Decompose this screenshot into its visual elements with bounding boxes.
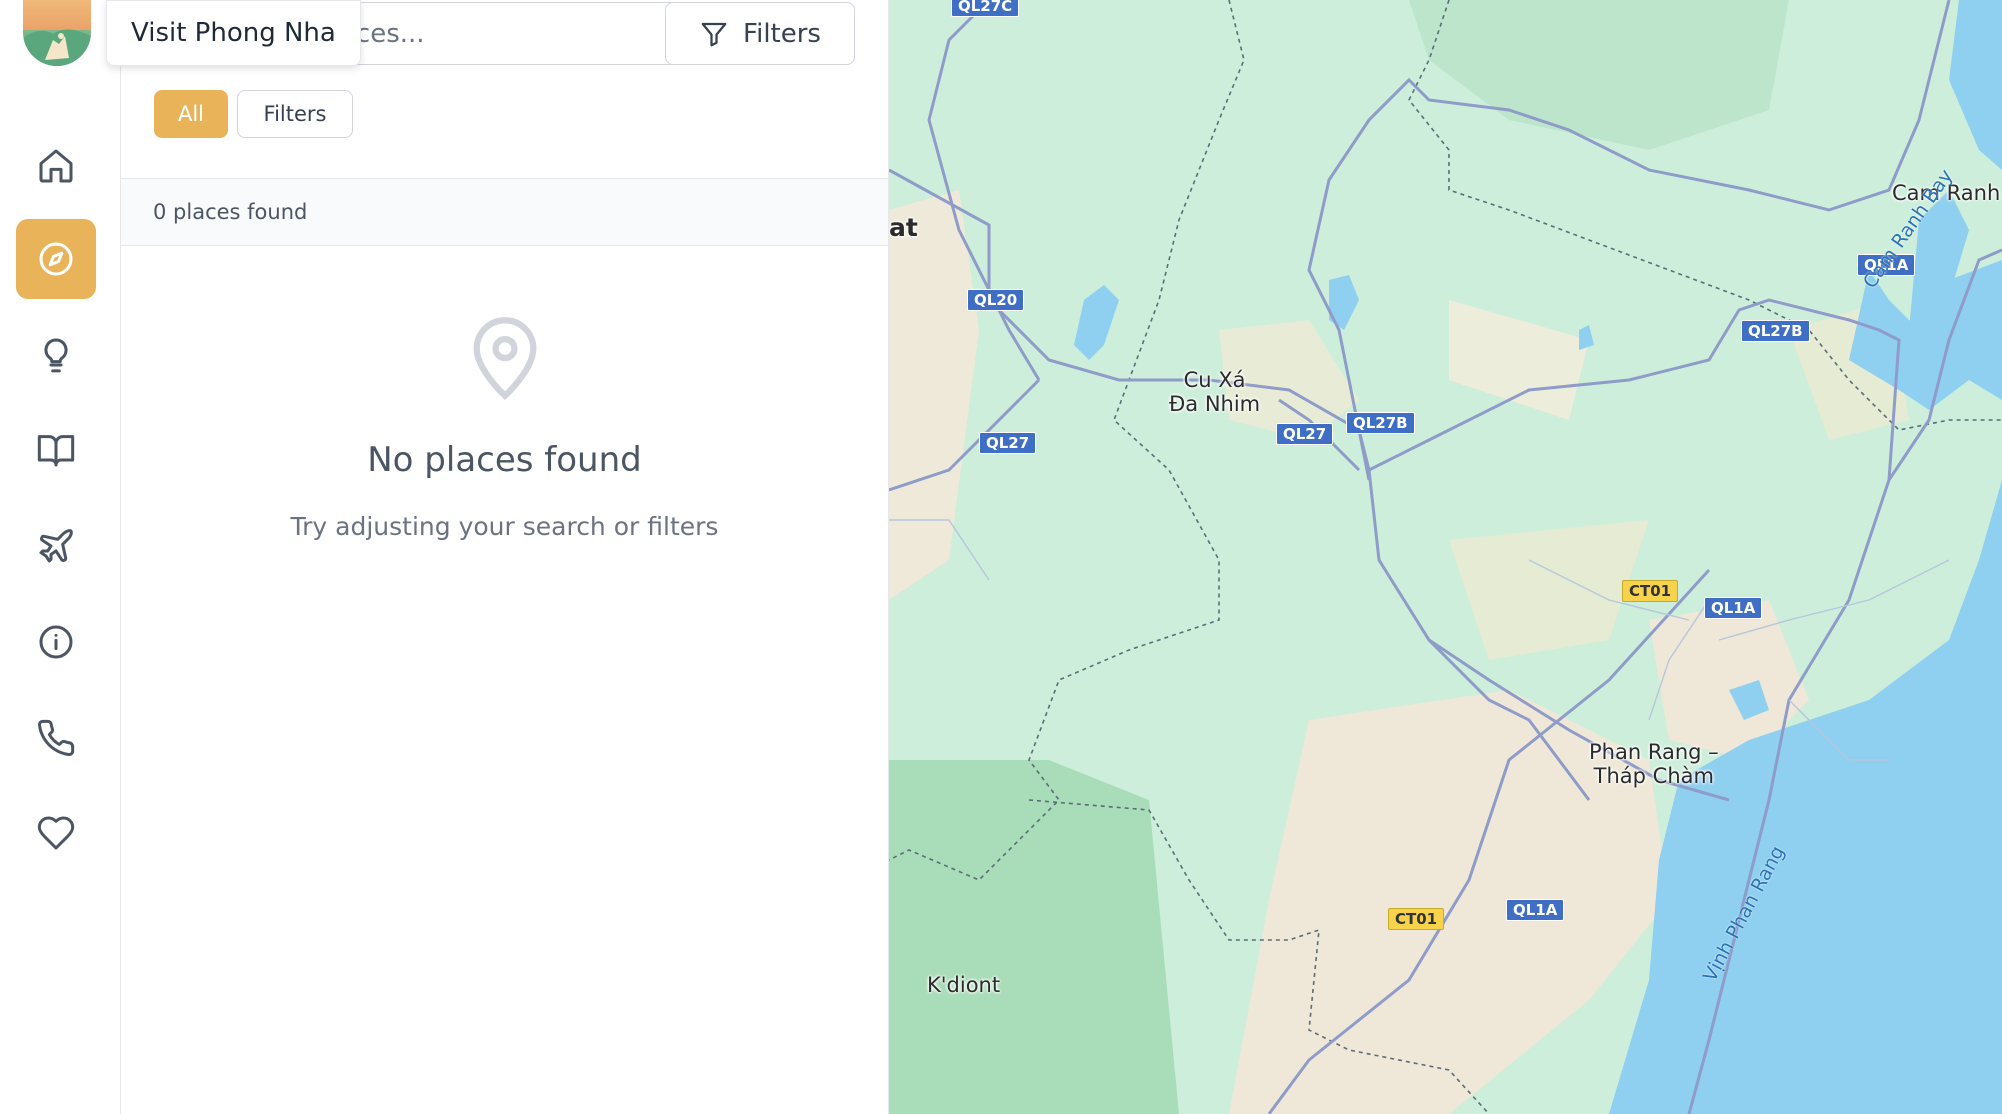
compass-icon [39,242,73,276]
results-count: 0 places found [153,200,308,224]
nav-guide[interactable] [16,410,96,490]
nav-explore[interactable] [16,219,96,299]
map-pin-icon [473,317,537,400]
road-shield: QL27C [951,0,1020,17]
road-shield: QL20 [967,289,1025,311]
nav-travel[interactable] [16,506,96,586]
nav-home[interactable] [16,126,96,206]
lightbulb-icon [44,338,68,373]
info-icon [39,625,73,659]
road-shield: QL27B [1741,320,1810,342]
nav-contact[interactable] [16,698,96,778]
empty-state-title: No places found [367,440,642,480]
place-label: Cu Xá Đa Nhim [1169,368,1261,416]
road-shield: QL27B [1346,412,1415,434]
nav-info[interactable] [16,602,96,682]
plane-icon [39,529,73,563]
road-shield: QL27 [979,432,1037,454]
map-view[interactable]: QL27C QL20 QL27 QL27 QL27B QL27B QL1A QL… [889,0,2002,1114]
chip-all[interactable]: All [154,90,228,138]
road-shield: CT01 [1622,580,1679,602]
filters-button-label: Filters [743,18,821,49]
heart-icon [37,816,75,850]
book-icon [37,435,75,467]
nav-favorites[interactable] [16,793,96,873]
road-shield: QL1A [1506,899,1565,921]
place-label: K'diont [927,973,1001,997]
icon-rail [0,0,121,1114]
filter-icon [701,22,727,46]
road-shield: QL27 [1276,423,1334,445]
brand-tooltip: Visit Phong Nha [106,0,361,66]
place-label: Phan Rang – Tháp Chàm [1589,740,1719,788]
phone-icon [38,719,75,756]
chip-filters[interactable]: Filters [237,90,353,138]
map-base [889,0,2002,1114]
road-shield: CT01 [1388,908,1445,930]
empty-state-subtitle: Try adjusting your search or filters [290,512,719,541]
home-icon [39,149,73,183]
nav-tips[interactable] [16,315,96,395]
results-count-bar: 0 places found [121,178,888,246]
filters-button[interactable]: Filters [665,2,855,65]
places-panel: aces... Filters All Filters 0 places fou… [121,0,889,1114]
brand-logo[interactable] [23,0,91,66]
place-label: at [889,213,918,242]
road-shield: QL1A [1704,597,1763,619]
